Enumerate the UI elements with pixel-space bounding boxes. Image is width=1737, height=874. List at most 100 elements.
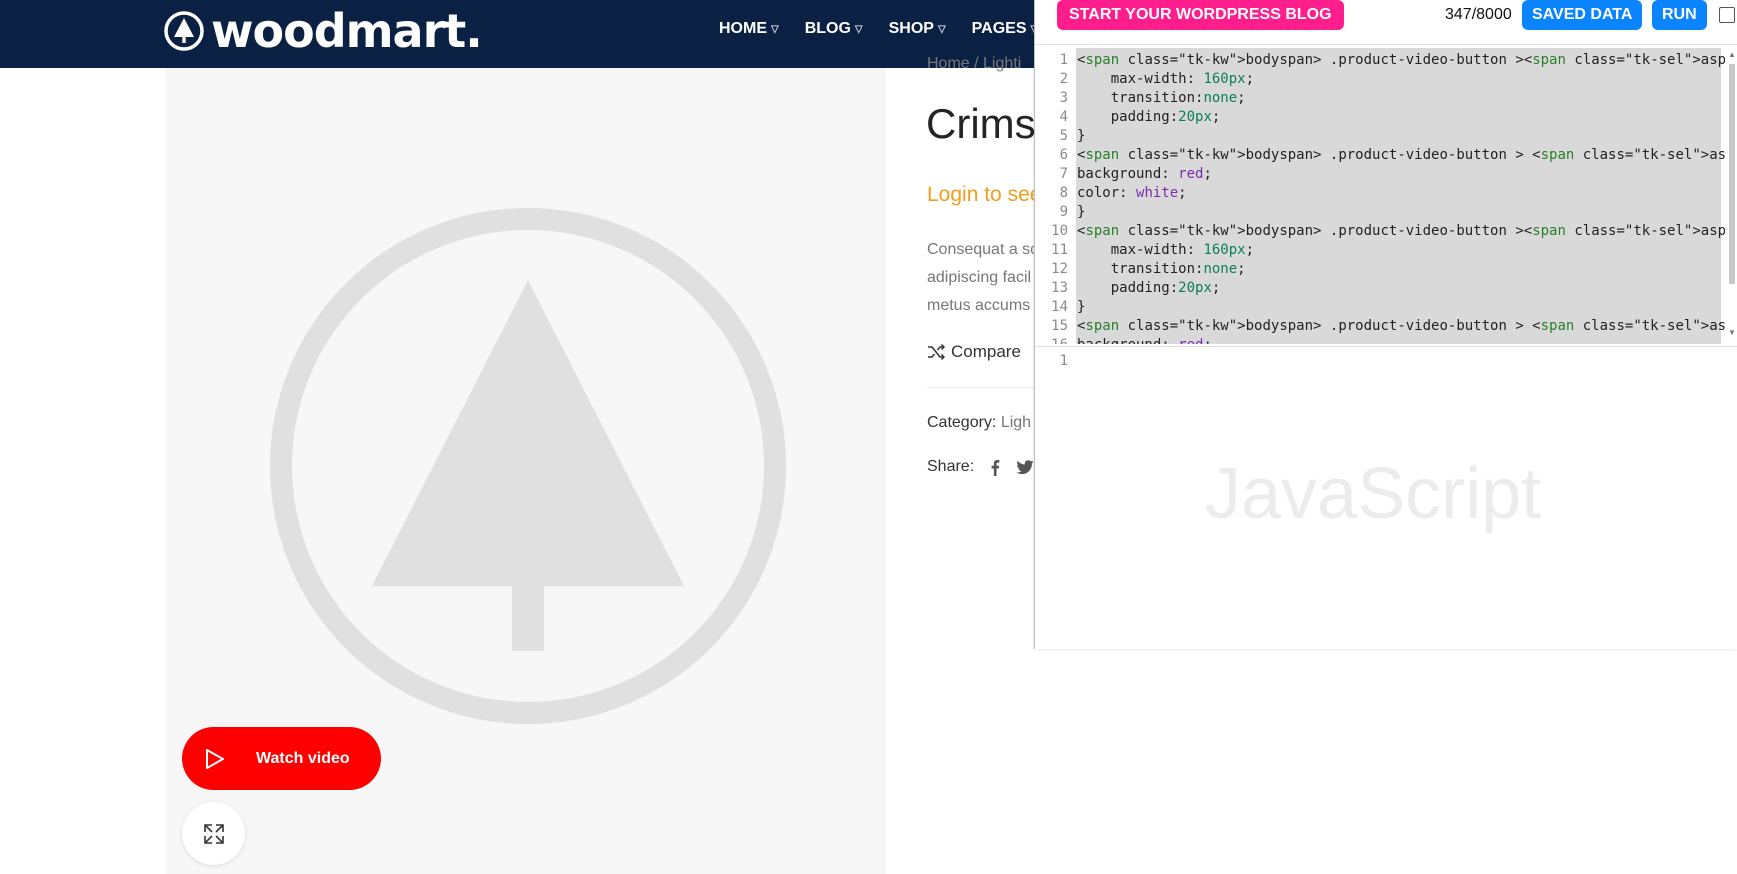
- code-line: 6 <span class="tk-kw">bodyspan> .product-…: [1035, 146, 1737, 165]
- css-editor[interactable]: 1 <span class="tk-kw">bodyspan> .product-…: [1035, 48, 1737, 344]
- site-logo[interactable]: woodmart.: [163, 4, 483, 58]
- compare-button[interactable]: Compare: [927, 342, 1021, 362]
- line-number: 15: [1051, 318, 1068, 334]
- nav-item-home[interactable]: HOME ▽: [719, 20, 779, 38]
- code-text: }: [1077, 299, 1086, 315]
- line-number: 12: [1051, 261, 1068, 277]
- compare-label: Compare: [951, 342, 1021, 361]
- code-line: 9}: [1035, 203, 1725, 222]
- line-number: 2: [1059, 71, 1068, 87]
- code-line: 1 <span class="tk-kw">bodyspan> .product-…: [1035, 51, 1737, 70]
- code-line: 3 transition:none;: [1035, 89, 1725, 108]
- chevron-down-icon: ▽: [854, 23, 863, 35]
- line-number: 9: [1059, 204, 1068, 220]
- twitter-icon[interactable]: [1016, 459, 1034, 475]
- main-nav: HOME▽ BLOG▽ SHOP▽ PAGES▽: [719, 20, 1064, 38]
- code-text: transition:none;: [1077, 90, 1246, 106]
- line-number: 5: [1059, 128, 1068, 144]
- description-line: adipiscing facil: [927, 269, 1032, 286]
- code-text: background: red;: [1077, 336, 1212, 344]
- expand-icon: [203, 823, 224, 844]
- nav-label: BLOG: [804, 20, 851, 37]
- code-line: 10 <span class="tk-kw">bodyspan> .product…: [1035, 222, 1737, 241]
- code-text: <span class="tk-kw">bodyspan> .product-v…: [1077, 147, 1737, 163]
- code-line: 4 padding:20px;: [1035, 108, 1725, 127]
- toggle-checkbox[interactable]: [1719, 7, 1735, 23]
- description-line: metus accums: [927, 297, 1031, 314]
- facebook-icon[interactable]: [990, 459, 1000, 476]
- code-line: 5}: [1035, 127, 1725, 146]
- line-number: 13: [1051, 280, 1068, 296]
- code-line: 12 transition:none;: [1035, 260, 1725, 279]
- line-number: 10: [1051, 223, 1068, 239]
- javascript-watermark: JavaScript: [1205, 454, 1542, 534]
- line-number: 16: [1035, 336, 1068, 344]
- code-text: }: [1077, 128, 1086, 144]
- code-text: padding:20px;: [1077, 109, 1221, 125]
- code-line: 16 background: red;: [1035, 336, 1725, 344]
- line-number: 8: [1059, 185, 1068, 201]
- line-number: 3: [1059, 90, 1068, 106]
- description-line: Consequat a sc: [927, 241, 1039, 258]
- chevron-down-icon: ▽: [937, 23, 946, 35]
- code-text: transition:none;: [1077, 261, 1246, 277]
- code-line: 8 color: white;: [1035, 184, 1725, 203]
- nav-label: SHOP: [888, 20, 934, 37]
- run-button[interactable]: RUN: [1652, 0, 1707, 30]
- line-number: 11: [1051, 242, 1068, 258]
- code-line: 13 padding:20px;: [1035, 279, 1725, 298]
- watch-video-label: Watch video: [256, 749, 350, 767]
- line-number: 1: [1059, 52, 1068, 68]
- code-line: 11 max-width: 160px;: [1035, 241, 1725, 260]
- product-description: Consequat a sc adipiscing facil metus ac…: [927, 236, 1038, 320]
- code-line: 7 background: red;: [1035, 165, 1725, 184]
- expand-button[interactable]: [182, 802, 245, 865]
- login-to-see-price-link[interactable]: Login to see: [927, 183, 1041, 207]
- code-text: background: red;: [1077, 166, 1212, 182]
- divider: [927, 387, 1037, 388]
- play-icon: [202, 747, 226, 771]
- code-text: }: [1077, 204, 1086, 220]
- scroll-down-icon[interactable]: ▼: [1728, 328, 1736, 337]
- saved-data-button[interactable]: SAVED DATA: [1522, 0, 1643, 30]
- nav-item-blog[interactable]: BLOG ▽: [805, 20, 863, 38]
- share-label: Share:: [927, 458, 975, 475]
- start-wordpress-blog-button[interactable]: START YOUR WORDPRESS BLOG: [1057, 0, 1344, 30]
- placeholder-tree-image: [270, 208, 786, 724]
- breadcrumb[interactable]: Home / Lighti: [927, 55, 1021, 73]
- nav-label: HOME: [719, 20, 767, 37]
- product-category: Category: Ligh: [927, 414, 1031, 432]
- line-number: 14: [1051, 299, 1068, 315]
- character-counter: 347/8000: [1445, 6, 1512, 23]
- nav-item-shop[interactable]: SHOP ▽: [889, 20, 946, 38]
- code-text: max-width: 160px;: [1077, 71, 1255, 87]
- category-link[interactable]: Ligh: [1001, 414, 1031, 431]
- code-text: <span class="tk-kw">bodyspan> .product-v…: [1077, 223, 1737, 239]
- line-number: 1: [1059, 353, 1068, 369]
- code-text: <span class="tk-kw">bodyspan> .product-v…: [1077, 318, 1737, 334]
- code-text: color: white;: [1077, 185, 1187, 201]
- chevron-down-icon: ▽: [771, 23, 779, 35]
- nav-label: PAGES: [971, 20, 1027, 37]
- scroll-up-icon[interactable]: ▲: [1728, 50, 1736, 59]
- code-line: 14}: [1035, 298, 1725, 317]
- line-number: 6: [1059, 147, 1068, 163]
- code-text: <span class="tk-kw">bodyspan> .product-v…: [1077, 52, 1737, 68]
- watch-video-button[interactable]: Watch video: [182, 727, 381, 790]
- code-editor-panel: START YOUR WORDPRESS BLOG 347/8000 SAVED…: [1034, 0, 1737, 649]
- logo-text: woodmart.: [211, 4, 483, 58]
- line-number: 4: [1059, 109, 1068, 125]
- tree-logo-icon: [164, 11, 204, 51]
- code-line: 15 <span class="tk-kw">bodyspan> .product…: [1035, 317, 1737, 336]
- shuffle-icon: [927, 343, 945, 361]
- javascript-editor[interactable]: 1 JavaScript: [1035, 346, 1737, 649]
- code-text: max-width: 160px;: [1077, 242, 1255, 258]
- editor-scrollbar[interactable]: ▲ ▼: [1725, 48, 1737, 344]
- scrollbar-thumb[interactable]: [1729, 64, 1735, 284]
- category-label: Category:: [927, 414, 997, 431]
- code-line: 2 max-width: 160px;: [1035, 70, 1725, 89]
- nav-item-pages[interactable]: PAGES▽: [972, 20, 1039, 38]
- editor-toolbar: START YOUR WORDPRESS BLOG 347/8000 SAVED…: [1035, 0, 1737, 45]
- code-text: padding:20px;: [1077, 280, 1221, 296]
- line-number: 7: [1059, 166, 1068, 182]
